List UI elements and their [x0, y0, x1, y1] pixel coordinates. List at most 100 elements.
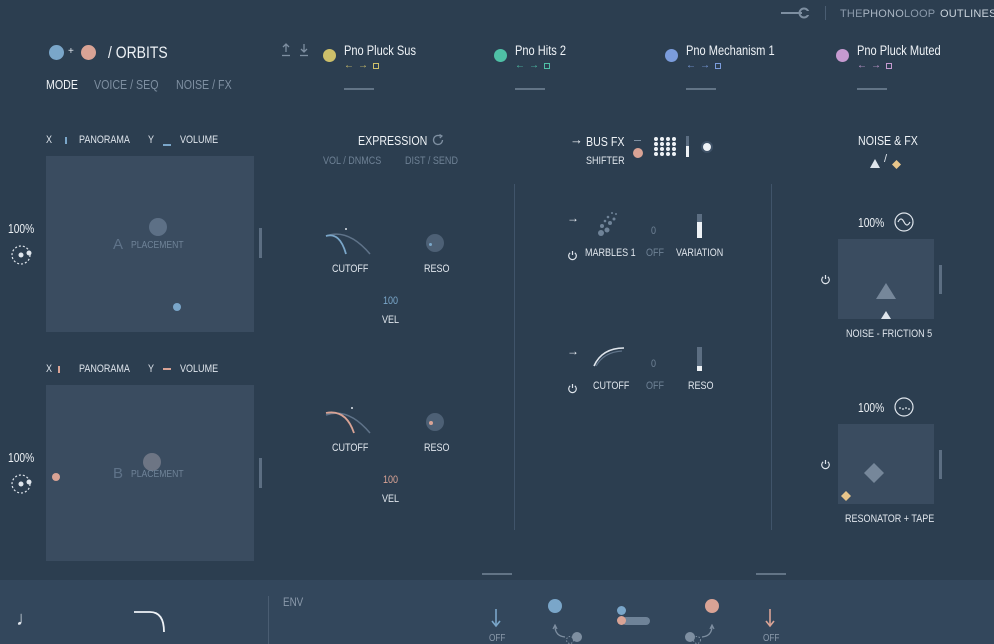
slot-4-stop-icon[interactable]: [886, 63, 892, 69]
envelope-curve[interactable]: [132, 610, 168, 634]
orbit-a-position-dot[interactable]: [173, 303, 181, 311]
noise-power-icon[interactable]: [820, 272, 831, 285]
orbit-b-y-param[interactable]: VOLUME: [180, 363, 218, 375]
busfx-subtitle[interactable]: SHIFTER: [586, 155, 625, 167]
orbit-b-mode-icon[interactable]: [10, 473, 34, 495]
slot-3-next-icon[interactable]: →: [700, 60, 710, 71]
orbit-a-source-dot[interactable]: [548, 599, 562, 613]
product-name: OUTLINES: [940, 8, 994, 20]
slot-4-level-bar[interactable]: [857, 88, 887, 90]
tab-noise-fx[interactable]: NOISE / FX: [176, 77, 232, 92]
expression-vol-dnmcs-tab[interactable]: VOL / DNMCS: [323, 155, 381, 167]
bottom-divider: [268, 596, 269, 644]
arrow-down-right-icon[interactable]: [764, 608, 776, 628]
busfx-row1-variation-slider[interactable]: [697, 214, 702, 238]
busfx-row2-reso-slider[interactable]: [697, 347, 702, 371]
slot-2-name[interactable]: Pno Hits 2: [515, 43, 566, 58]
busfx-source-dot[interactable]: [633, 148, 643, 158]
resonator-side-slider[interactable]: [939, 450, 942, 479]
busfx-row2-off-label: OFF: [646, 380, 665, 392]
expression-refresh-icon[interactable]: [431, 133, 445, 147]
busfx-row1-off-value[interactable]: 0: [651, 225, 656, 237]
orbit-b-route-icon[interactable]: [680, 623, 716, 644]
resonator-random-icon[interactable]: [894, 397, 914, 417]
slot-2-color-dot[interactable]: [494, 49, 507, 62]
brand-logo[interactable]: THEPHONOLOOP: [840, 8, 935, 20]
orbit-a-mode-icon[interactable]: [10, 244, 34, 266]
busfx-row2-cutoff-curve[interactable]: [592, 346, 626, 368]
resonator-pad[interactable]: [838, 424, 934, 504]
busfx-row2-power-icon[interactable]: [567, 381, 578, 394]
panel-resize-handle-2[interactable]: [756, 573, 786, 575]
tab-mode[interactable]: MODE: [46, 77, 78, 92]
orbit-a-center-knob[interactable]: [149, 218, 167, 236]
slot-2-prev-icon[interactable]: ←: [515, 60, 525, 71]
orbit-a-x-param[interactable]: PANORAMA: [79, 134, 130, 146]
busfx-minus-icon[interactable]: [634, 140, 641, 141]
download-icon[interactable]: [299, 43, 309, 57]
upload-icon[interactable]: [281, 43, 291, 57]
expression-b-reso-label: RESO: [424, 442, 450, 454]
orbit-a-route-icon[interactable]: [551, 623, 587, 644]
orbit-a-side-slider[interactable]: [259, 228, 262, 258]
expression-dist-send-tab[interactable]: DIST / SEND: [405, 155, 458, 167]
orbit-b-position-dot[interactable]: [52, 473, 60, 481]
orbit-b-side-slider[interactable]: [259, 458, 262, 488]
slot-3-stop-icon[interactable]: [715, 63, 721, 69]
slot-3-prev-icon[interactable]: ←: [686, 60, 696, 71]
expression-a-cutoff-curve[interactable]: [324, 226, 372, 256]
busfx-indicator-dot[interactable]: [703, 143, 711, 151]
busfx-row1-marbles-icon[interactable]: [596, 211, 620, 237]
env-label: ENV: [283, 595, 304, 609]
slot-4-name[interactable]: Pno Pluck Muted: [857, 43, 941, 58]
tab-voice-seq[interactable]: VOICE / SEQ: [94, 77, 159, 92]
noise-side-slider[interactable]: [939, 265, 942, 294]
busfx-row2-off-value[interactable]: 0: [651, 358, 656, 370]
expression-b-cutoff-curve[interactable]: [324, 405, 372, 435]
slot-3-name[interactable]: Pno Mechanism 1: [686, 43, 775, 58]
resonator-shape-diamond[interactable]: [864, 463, 884, 483]
slot-1-color-dot[interactable]: [323, 49, 336, 62]
orbit-a-pad[interactable]: A PLACEMENT: [46, 156, 254, 332]
expression-a-vel-value[interactable]: 100: [383, 295, 398, 307]
slot-4-color-dot[interactable]: [836, 49, 849, 62]
slot-2-stop-icon[interactable]: [544, 63, 550, 69]
slot-3-color-dot[interactable]: [665, 49, 678, 62]
slot-2-next-icon[interactable]: →: [529, 60, 539, 71]
arrow-down-left-icon[interactable]: [490, 608, 502, 628]
busfx-grid-icon[interactable]: [653, 136, 677, 158]
panel-resize-handle-1[interactable]: [482, 573, 512, 575]
slot-4-next-icon[interactable]: →: [871, 60, 881, 71]
orbit-a-letter: A: [113, 236, 124, 253]
orbit-a-y-param[interactable]: VOLUME: [180, 134, 218, 146]
note-icon[interactable]: ♩: [16, 608, 36, 631]
orbit-b-source-dot[interactable]: [705, 599, 719, 613]
orbit-b-pad[interactable]: B PLACEMENT: [46, 385, 254, 561]
slot-1-prev-icon[interactable]: ←: [344, 60, 354, 71]
settings-icon[interactable]: [780, 6, 812, 20]
orbit-a-dot[interactable]: [49, 45, 64, 60]
slot-1-next-icon[interactable]: →: [358, 60, 368, 71]
orbit-b-dot[interactable]: [81, 45, 96, 60]
noise-triangle-icon[interactable]: [870, 155, 880, 168]
bottom-bar: ♩ ENV OFF OFF: [0, 580, 994, 644]
noise-lfo-icon[interactable]: [894, 212, 914, 232]
busfx-row1-power-icon[interactable]: [567, 248, 578, 261]
crossfade-toggle[interactable]: [616, 605, 650, 625]
slot-1-level-bar[interactable]: [344, 88, 374, 90]
resonator-power-icon[interactable]: [820, 457, 831, 470]
fx-diamond-icon[interactable]: [892, 156, 901, 169]
slot-1-name[interactable]: Pno Pluck Sus: [344, 43, 416, 58]
noise-shape-triangle[interactable]: [876, 283, 896, 299]
busfx-level-slider[interactable]: [686, 136, 689, 157]
orbit-b-x-param[interactable]: PANORAMA: [79, 363, 130, 375]
slot-4-prev-icon[interactable]: ←: [857, 60, 867, 71]
expression-b-vel-value[interactable]: 100: [383, 474, 398, 486]
orbit-a-y-label: Y: [148, 134, 155, 146]
slot-3-level-bar[interactable]: [686, 88, 716, 90]
resonator-position-marker[interactable]: [841, 491, 851, 501]
slot-1-stop-icon[interactable]: [373, 63, 379, 69]
slot-2-level-bar[interactable]: [515, 88, 545, 90]
noise-pad[interactable]: [838, 239, 934, 319]
noise-position-marker[interactable]: [881, 311, 891, 319]
